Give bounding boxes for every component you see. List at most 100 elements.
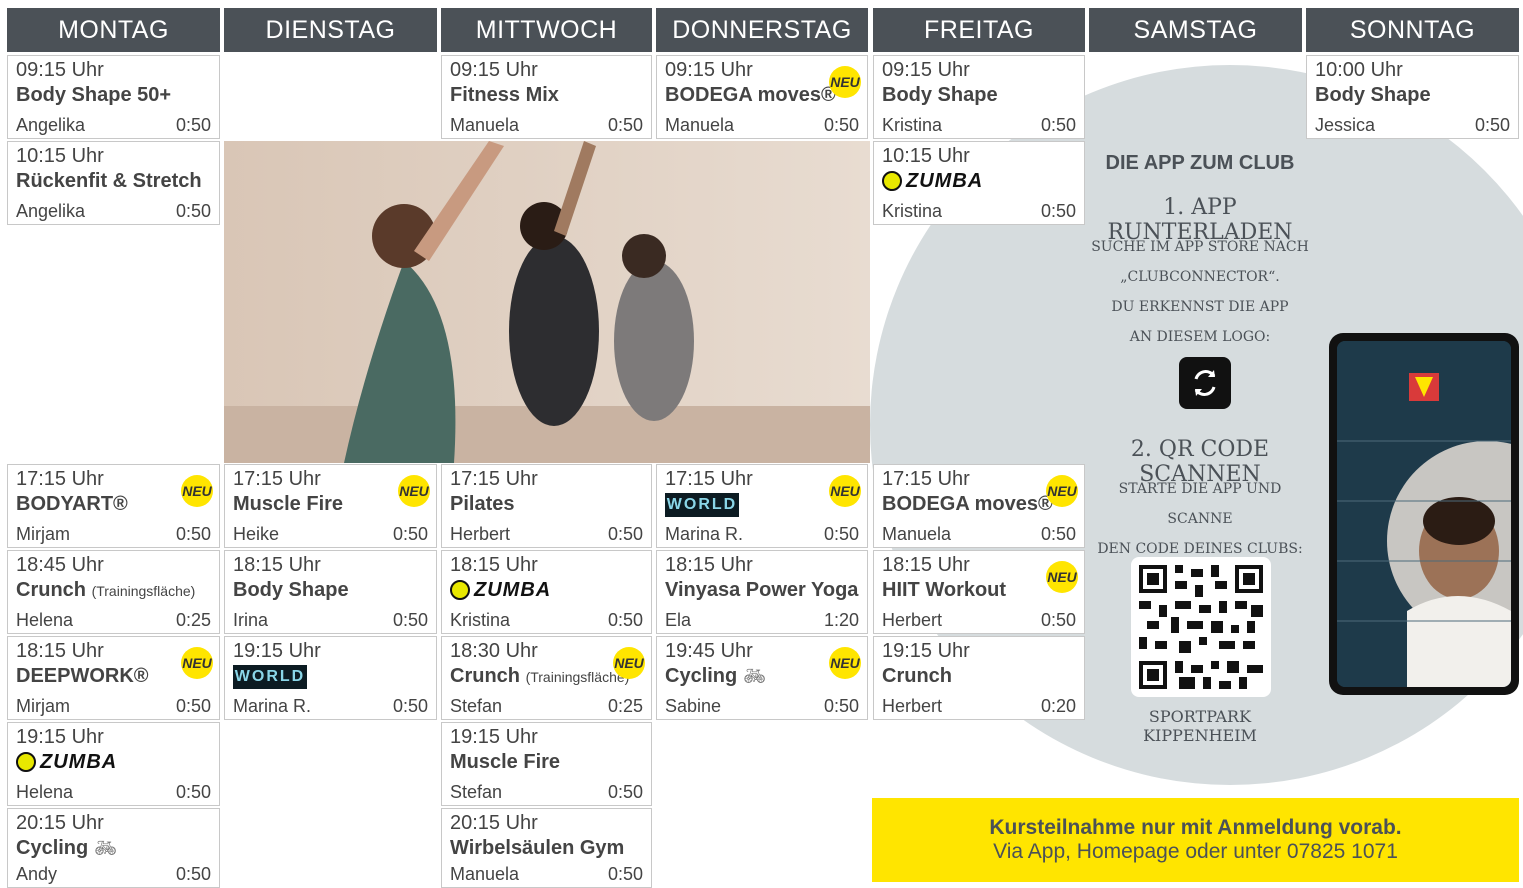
course-duration: 0:50 — [607, 610, 643, 630]
course-duration: 0:50 — [175, 864, 211, 884]
course-duration: 0:50 — [1040, 115, 1076, 135]
day-header-friday: FREITAG — [873, 8, 1085, 52]
new-badge: NEU — [1046, 561, 1078, 593]
course-trainer: Marina R. — [233, 696, 312, 716]
zumba-icon — [882, 171, 902, 191]
zumba-logo: ZUMBA — [16, 749, 211, 775]
course-card[interactable]: 19:15 Uhr WORLD Marina R. 0:50 — [224, 636, 437, 720]
course-card[interactable]: 10:15 Uhr ZUMBA Kristina 0:50 — [873, 141, 1085, 225]
course-duration: 0:50 — [607, 524, 643, 544]
course-card[interactable]: 20:15 Uhr Wirbelsäulen Gym Manuela 0:50 — [441, 808, 652, 888]
world-logo: WORLD — [665, 493, 739, 517]
course-time: 09:15 Uhr — [450, 59, 538, 81]
course-duration: 0:20 — [1040, 696, 1076, 716]
course-title: Crunch — [882, 665, 952, 687]
course-duration: 0:50 — [823, 524, 859, 544]
course-title: Body Shape — [233, 579, 349, 601]
app-step1-text: SUCHE IM APP STORE NACH „CLUBCONNECTOR“.… — [1091, 239, 1309, 345]
course-card[interactable]: 17:15 Uhr BODEGA moves® NEU Manuela 0:50 — [873, 464, 1085, 548]
course-card[interactable]: 19:15 Uhr Muscle Fire Stefan 0:50 — [441, 722, 652, 806]
course-card[interactable]: 19:45 Uhr Cycling 🚲︎ NEU Sabine 0:50 — [656, 636, 868, 720]
course-title: Body Shape — [882, 84, 998, 106]
clubconnector-logo-icon — [1179, 357, 1231, 409]
course-title: Muscle Fire — [450, 751, 561, 773]
course-card[interactable]: 18:15 Uhr DEEPWORK® NEU Mirjam 0:50 — [7, 636, 220, 720]
course-trainer: Angelika — [16, 115, 86, 135]
course-card[interactable]: 19:15 Uhr Crunch Herbert 0:20 — [873, 636, 1085, 720]
zumba-icon — [16, 752, 36, 772]
new-badge: NEU — [398, 475, 430, 507]
course-card[interactable]: 17:15 Uhr BODYART® NEU Mirjam 0:50 — [7, 464, 220, 548]
course-title: Pilates — [450, 493, 515, 515]
zumba-logo: ZUMBA — [450, 577, 643, 603]
course-card[interactable]: 18:30 Uhr Crunch (Trainingsfläche) NEU S… — [441, 636, 652, 720]
course-duration: 0:50 — [175, 782, 211, 802]
course-duration: 0:50 — [607, 115, 643, 135]
course-trainer: Mirjam — [16, 524, 70, 544]
course-time: 19:15 Uhr — [450, 726, 538, 748]
new-badge: NEU — [181, 475, 213, 507]
course-trainer: Manuela — [450, 115, 520, 135]
course-duration: 0:50 — [1040, 201, 1076, 221]
course-card[interactable]: 18:45 Uhr Crunch (Trainingsfläche) Helen… — [7, 550, 220, 634]
course-time: 19:15 Uhr — [882, 640, 970, 662]
club-name: SPORTPARK KIPPENHEIM — [1143, 707, 1257, 745]
course-title: Body Shape — [1315, 84, 1431, 106]
day-header-sunday: SONNTAG — [1306, 8, 1519, 52]
course-card[interactable]: 20:15 Uhr Cycling 🚲︎ Andy 0:50 — [7, 808, 220, 888]
course-duration: 0:50 — [1474, 115, 1510, 135]
course-duration: 0:50 — [607, 864, 643, 884]
bicycle-icon: 🚲︎ — [94, 838, 118, 858]
course-time: 17:15 Uhr — [450, 468, 538, 490]
app-step2-text: STARTE DIE APP UND SCANNE DEN CODE DEINE… — [1097, 481, 1303, 557]
course-trainer: Kristina — [450, 610, 511, 630]
course-trainer: Herbert — [450, 524, 511, 544]
new-badge: NEU — [829, 647, 861, 679]
course-time: 18:45 Uhr — [16, 554, 104, 576]
course-duration: 0:50 — [175, 524, 211, 544]
course-title: Body Shape 50+ — [16, 84, 172, 106]
new-badge: NEU — [613, 647, 645, 679]
course-card[interactable]: 10:00 Uhr Body Shape Jessica 0:50 — [1306, 55, 1519, 139]
course-time: 20:15 Uhr — [16, 812, 104, 834]
course-title: Vinyasa Power Yoga — [665, 579, 859, 601]
course-card[interactable]: 09:15 Uhr Body Shape Kristina 0:50 — [873, 55, 1085, 139]
new-badge: NEU — [829, 66, 861, 98]
course-card[interactable]: 19:15 Uhr ZUMBA Helena 0:50 — [7, 722, 220, 806]
course-time: 19:15 Uhr — [16, 726, 104, 748]
course-time: 20:15 Uhr — [450, 812, 538, 834]
course-trainer: Sabine — [665, 696, 722, 716]
new-badge: NEU — [181, 647, 213, 679]
day-header-tuesday: DIENSTAG — [224, 8, 437, 52]
course-trainer: Jessica — [1315, 115, 1376, 135]
course-trainer: Stefan — [450, 782, 503, 802]
course-time: 18:15 Uhr — [450, 554, 538, 576]
course-trainer: Helena — [16, 782, 74, 802]
course-card[interactable]: 17:15 Uhr Muscle Fire NEU Heike 0:50 — [224, 464, 437, 548]
course-card[interactable]: 18:15 Uhr ZUMBA Kristina 0:50 — [441, 550, 652, 634]
new-badge: NEU — [829, 475, 861, 507]
zumba-icon — [450, 580, 470, 600]
course-time: 18:15 Uhr — [665, 554, 753, 576]
course-trainer: Kristina — [882, 201, 943, 221]
course-card[interactable]: 18:15 Uhr Body Shape Irina 0:50 — [224, 550, 437, 634]
course-time: 19:15 Uhr — [233, 640, 321, 662]
course-card[interactable]: 17:15 Uhr WORLD NEU Marina R. 0:50 — [656, 464, 868, 548]
course-card[interactable]: 18:15 Uhr Vinyasa Power Yoga Ela 1:20 — [656, 550, 868, 634]
course-card[interactable]: 17:15 Uhr Pilates Herbert 0:50 — [441, 464, 652, 548]
course-card[interactable]: 09:15 Uhr Body Shape 50+ Angelika 0:50 — [7, 55, 220, 139]
day-header-saturday: SAMSTAG — [1089, 8, 1302, 52]
yoga-photo-image — [224, 141, 870, 463]
course-card[interactable]: 09:15 Uhr BODEGA moves® NEU Manuela 0:50 — [656, 55, 868, 139]
course-trainer: Herbert — [882, 610, 943, 630]
course-trainer: Manuela — [882, 524, 952, 544]
course-duration: 0:50 — [607, 782, 643, 802]
course-card[interactable]: 09:15 Uhr Fitness Mix Manuela 0:50 — [441, 55, 652, 139]
course-duration: 0:50 — [392, 696, 428, 716]
notice-line-2: Via App, Homepage oder unter 07825 1071 — [993, 840, 1398, 863]
course-card[interactable]: 18:15 Uhr HIIT Workout NEU Herbert 0:50 — [873, 550, 1085, 634]
course-trainer: Helena — [16, 610, 74, 630]
course-card[interactable]: 10:15 Uhr Rückenfit & Stretch Angelika 0:… — [7, 141, 220, 225]
course-title: Cycling 🚲︎ — [16, 837, 118, 859]
course-trainer: Manuela — [665, 115, 735, 135]
